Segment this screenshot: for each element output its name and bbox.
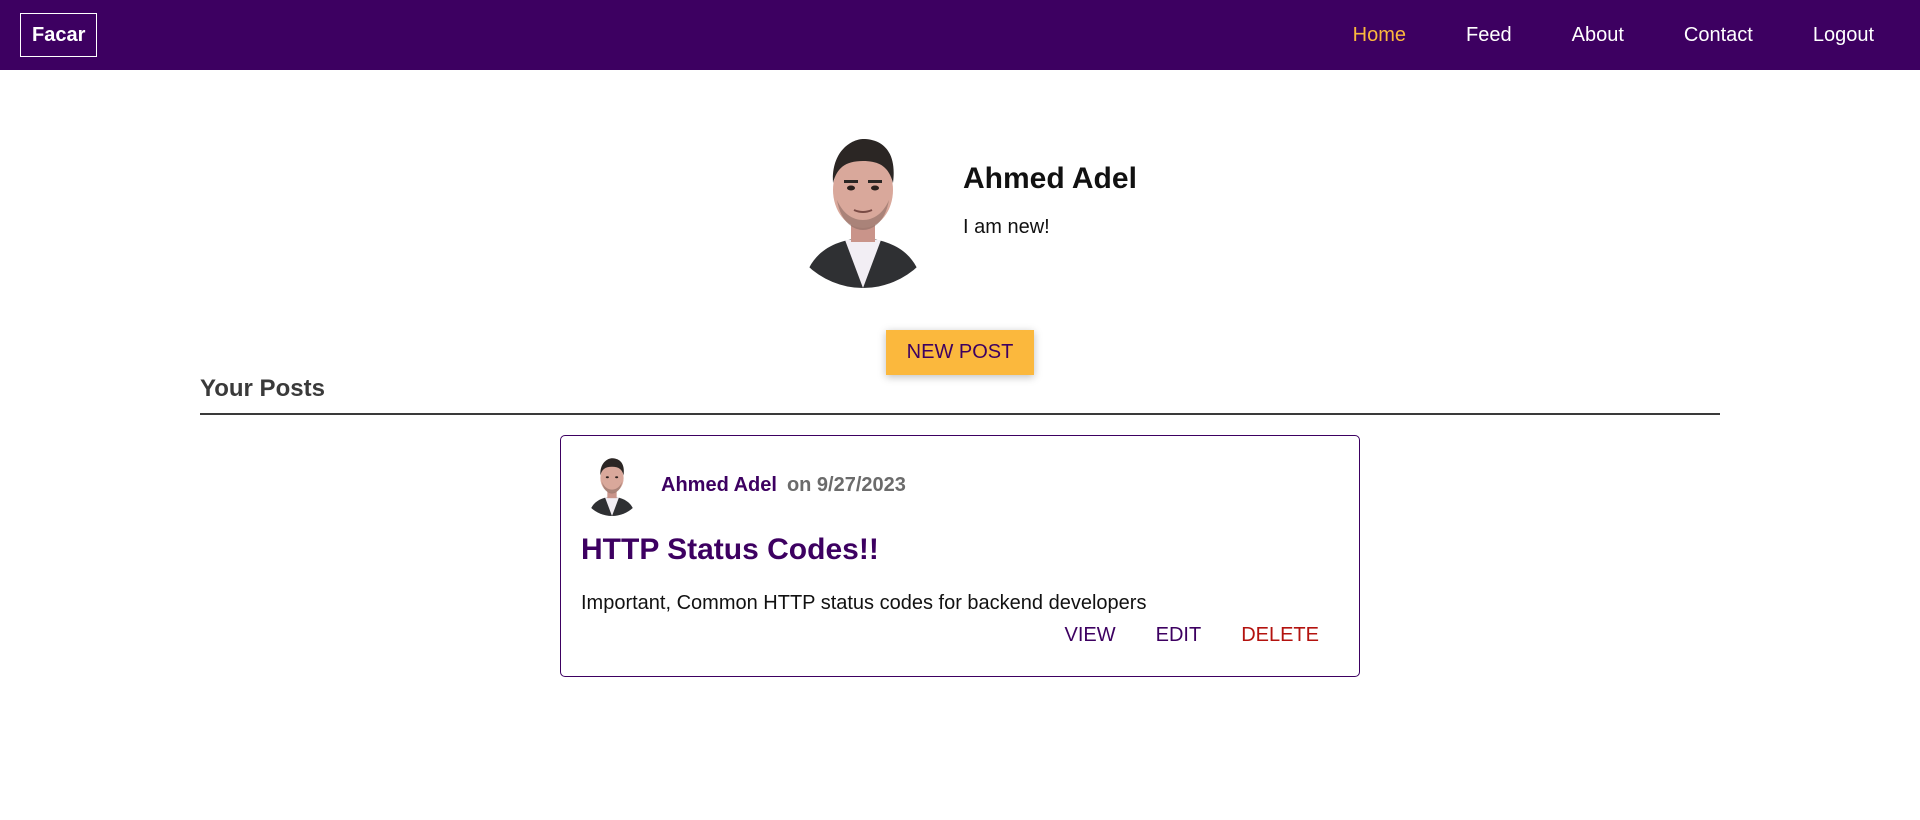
nav-about-link[interactable]: About <box>1572 0 1624 70</box>
nav-logout-link[interactable]: Logout <box>1813 0 1874 70</box>
post-card: Ahmed Adel on 9/27/2023 HTTP Status Code… <box>560 435 1360 677</box>
main-nav: Home Feed About Contact Logout <box>1293 0 1874 70</box>
nav-feed-link[interactable]: Feed <box>1466 0 1512 70</box>
post-header: Ahmed Adel on 9/27/2023 <box>581 454 906 516</box>
logo-link[interactable]: Facar <box>20 13 98 57</box>
person-avatar-icon <box>783 128 943 288</box>
edit-post-button[interactable]: EDIT <box>1156 624 1202 647</box>
post-author-avatar <box>581 454 643 516</box>
profile-avatar <box>783 128 943 288</box>
new-post-button[interactable]: NEW POST <box>886 330 1034 375</box>
post-date: on 9/27/2023 <box>786 473 906 496</box>
post-excerpt: Important, Common HTTP status codes for … <box>581 592 1147 614</box>
post-actions: VIEW EDIT DELETE <box>1025 624 1320 647</box>
profile-bio: I am new! <box>963 216 1050 238</box>
section-divider <box>200 413 1720 415</box>
post-title: HTTP Status Codes!! <box>581 533 879 566</box>
nav-contact-link[interactable]: Contact <box>1684 0 1753 70</box>
profile-info: Ahmed Adel I am new! <box>963 159 1137 239</box>
profile-name: Ahmed Adel <box>963 162 1137 195</box>
nav-home-link[interactable]: Home <box>1353 0 1406 70</box>
person-avatar-icon <box>581 454 643 516</box>
profile-section: Ahmed Adel I am new! <box>783 128 1137 288</box>
view-post-button[interactable]: VIEW <box>1065 624 1116 647</box>
post-author-name[interactable]: Ahmed Adel <box>661 474 777 497</box>
top-navbar: Facar Home Feed About Contact Logout <box>0 0 1920 70</box>
delete-post-button[interactable]: DELETE <box>1241 624 1319 647</box>
your-posts-heading: Your Posts <box>200 375 325 402</box>
